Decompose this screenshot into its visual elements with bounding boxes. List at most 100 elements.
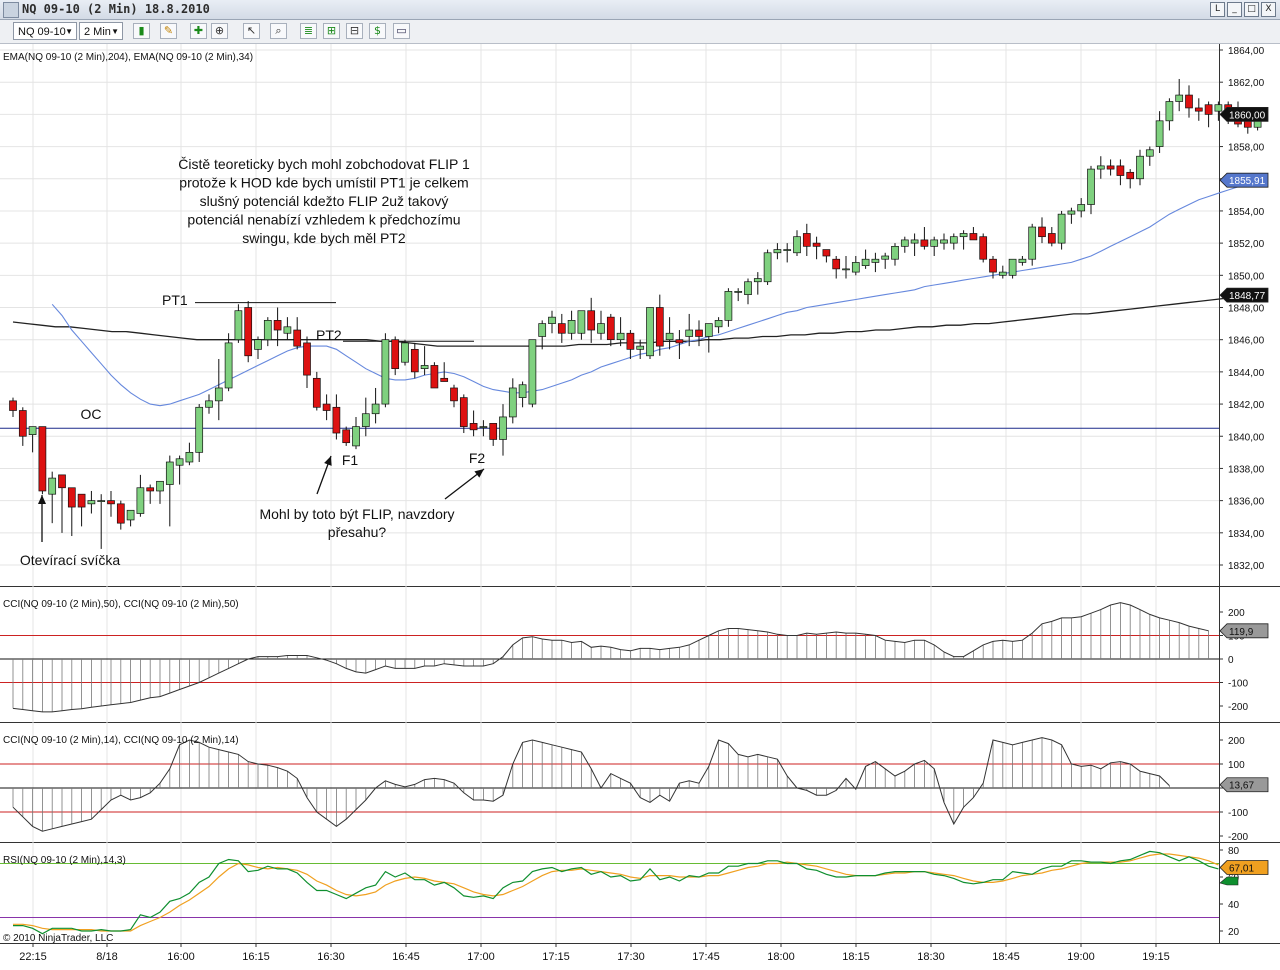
candle-down <box>440 377 449 382</box>
candle-down <box>695 329 703 337</box>
candle-up <box>881 255 890 260</box>
candle-up <box>195 406 204 453</box>
order-icon[interactable]: $ <box>369 23 386 39</box>
candle-up <box>175 458 184 466</box>
candle-up <box>234 310 243 341</box>
close-button[interactable]: X <box>1261 2 1276 17</box>
candle-up <box>998 271 1007 276</box>
maximize-button[interactable]: □ <box>1244 2 1259 17</box>
candle-up <box>930 239 939 247</box>
candle-up <box>685 329 694 337</box>
candle-down <box>812 242 821 247</box>
cci50-tick-label: 200 <box>1228 608 1245 619</box>
candle-up <box>224 342 233 389</box>
candle-up <box>1096 165 1105 170</box>
candle-up <box>499 416 507 440</box>
candle-up <box>714 320 723 328</box>
candle-up <box>352 426 360 447</box>
candle-up <box>793 236 801 254</box>
price-tick-label: 1832,00 <box>1228 561 1265 572</box>
candle-up <box>205 400 213 408</box>
rsi-panel-label: RSI(NQ 09-10 (2 Min),14,3) <box>3 855 126 866</box>
cci14-marker-text: 13,67 <box>1229 781 1254 792</box>
candle-up <box>1008 258 1017 276</box>
candle-up <box>763 252 772 283</box>
candle-up <box>156 480 164 492</box>
ema204-marker: 1848,77 <box>1219 287 1269 303</box>
candle-up <box>185 451 194 463</box>
candle-down <box>244 307 253 357</box>
candle-up <box>783 249 792 251</box>
candle-down <box>293 329 302 347</box>
copyright-text: © 2010 NinjaTrader, LLC <box>3 933 113 944</box>
ema34-marker-text: 1855,91 <box>1229 176 1266 187</box>
candle-up <box>753 278 762 283</box>
candle-down <box>655 307 664 347</box>
chart-area[interactable]: 1864,001862,001860,001858,001856,001854,… <box>0 44 1280 970</box>
crosshair-icon[interactable]: ✚ <box>190 23 207 39</box>
cci14-panel-label: CCI(NQ 09-10 (2 Min),14), CCI(NQ 09-10 (… <box>3 735 239 746</box>
candle-up <box>900 239 909 247</box>
minimize-button[interactable]: _ <box>1227 2 1242 17</box>
candle-down <box>1047 233 1056 244</box>
interval-selector[interactable]: 2 Min ▼ <box>79 22 123 40</box>
magnifier-icon[interactable]: ⌕ <box>270 23 287 39</box>
time-tick-label: 18:30 <box>917 951 945 963</box>
zoom-icon[interactable]: ⊕ <box>211 23 228 39</box>
candle-up <box>28 426 37 435</box>
rsi-marker-text: 67,01 <box>1229 864 1254 875</box>
data-box-icon[interactable]: ▭ <box>393 23 410 39</box>
candle-down <box>1194 107 1203 112</box>
candle-down <box>9 400 17 411</box>
title-bar: NQ 09-10 (2 Min) 18.8.2010 L _ □ X <box>0 0 1280 20</box>
time-tick-label: 17:45 <box>692 951 720 963</box>
pointer-icon[interactable]: ↖ <box>243 23 260 39</box>
annotation-note-hod: protože k HOD kde bych umístil PT1 je ce… <box>179 175 468 191</box>
cci50-tick-label: -200 <box>1228 702 1248 713</box>
candle-down <box>822 249 831 257</box>
candle-up <box>577 310 586 334</box>
time-tick-label: 16:15 <box>242 951 270 963</box>
candle-up <box>734 291 743 293</box>
candle-down <box>626 332 635 350</box>
cci50-marker: 119,9 <box>1219 623 1269 639</box>
candle-down <box>332 406 341 434</box>
candle-up <box>636 345 645 350</box>
candle-up <box>1136 155 1144 180</box>
candle-down <box>920 239 929 247</box>
candle-down <box>116 503 125 524</box>
indicators-icon[interactable]: ⊞ <box>323 23 340 39</box>
candle-down <box>58 474 66 489</box>
candle-up <box>1165 101 1174 122</box>
candle-up <box>283 326 292 334</box>
candle-down <box>1185 94 1193 109</box>
candle-down <box>312 377 321 408</box>
link-button[interactable]: L <box>1210 2 1225 17</box>
price-tick-label: 1836,00 <box>1228 497 1265 508</box>
ema204-marker-text: 1848,77 <box>1229 291 1266 302</box>
candle-up <box>704 323 713 337</box>
bar-type-icon[interactable]: ▮ <box>133 23 150 39</box>
properties-icon[interactable]: ≣ <box>300 23 317 39</box>
candle-down <box>489 423 498 440</box>
candle-up <box>371 403 380 415</box>
candle-down <box>273 320 282 331</box>
candle-up <box>548 316 556 324</box>
candle-up <box>940 239 948 244</box>
time-tick-label: 16:30 <box>317 951 345 963</box>
candle-up <box>1028 226 1037 260</box>
strategy-icon[interactable]: ⊟ <box>346 23 363 39</box>
pt1-label: PT1 <box>162 292 188 308</box>
instrument-selector[interactable]: NQ 09-10 ▼ <box>13 22 77 40</box>
candle-up <box>48 477 57 495</box>
time-tick-label: 19:15 <box>1142 951 1170 963</box>
candle-down <box>146 487 155 492</box>
candle-up <box>1067 210 1076 215</box>
pencil-icon[interactable]: ✎ <box>160 23 177 39</box>
time-tick-label: 16:45 <box>392 951 420 963</box>
candle-down <box>459 397 468 427</box>
candle-down <box>18 410 27 437</box>
candle-up <box>842 268 850 271</box>
candle-down <box>67 487 76 508</box>
candle-up <box>724 291 733 321</box>
